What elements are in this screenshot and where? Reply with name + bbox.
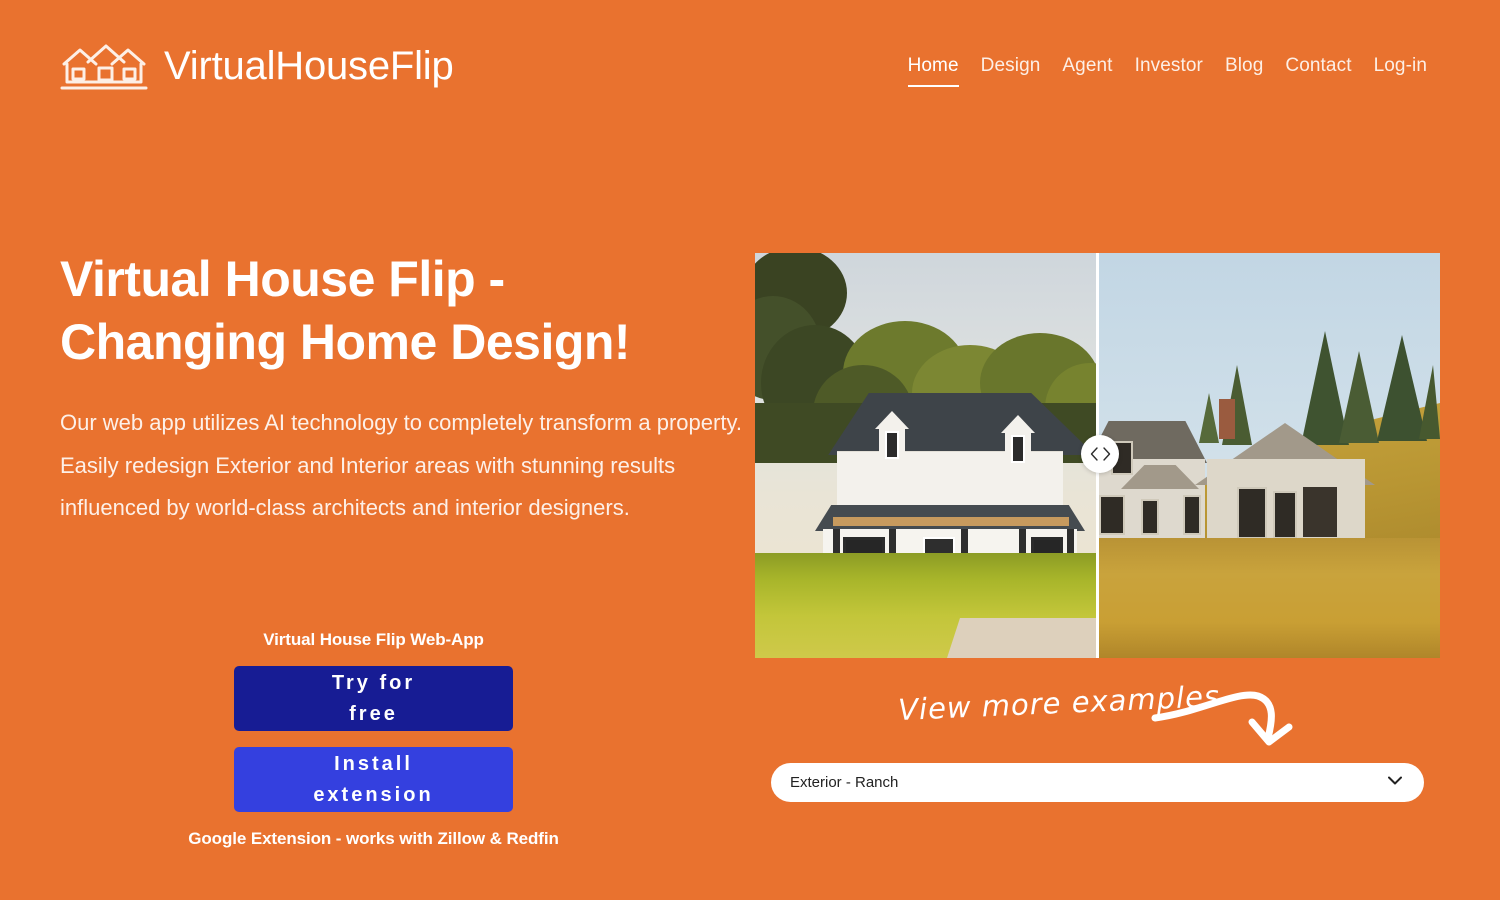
curved-arrow-down-right-icon [1151, 691, 1293, 746]
compare-slider-handle[interactable] [1081, 435, 1119, 473]
boarded-window [1303, 487, 1337, 537]
brick-chimney [1219, 399, 1235, 439]
after-image [755, 253, 1097, 658]
nav-item-contact[interactable]: Contact [1274, 51, 1362, 81]
dormer-left [875, 411, 909, 463]
nav-item-home[interactable]: Home [897, 51, 970, 87]
site-header: VirtualHouseFlip Home Design Agent Inves… [0, 0, 1500, 132]
cta-label-above: Virtual House Flip Web-App [263, 630, 484, 649]
view-more-examples-annotation: View more examples [880, 672, 1310, 746]
nav-item-design[interactable]: Design [970, 51, 1052, 81]
window [1183, 495, 1201, 535]
porch-deck [833, 517, 1069, 526]
hero-paragraph: Our web app utilizes AI technology to co… [60, 410, 742, 520]
example-select-wrapper: Exterior - Ranch [771, 763, 1424, 802]
nav-item-blog[interactable]: Blog [1214, 51, 1274, 81]
window [1237, 487, 1267, 539]
dormer-right [1001, 415, 1035, 467]
headline-line-1: Virtual House Flip - [60, 251, 505, 307]
house-before [1097, 399, 1387, 558]
try-for-free-button[interactable]: Try for free [234, 666, 513, 731]
page-title: Virtual House Flip - Changing Home Desig… [60, 248, 750, 374]
main-nav: Home Design Agent Investor Blog Contact … [897, 51, 1468, 87]
install-extension-line-2: extension [313, 783, 434, 806]
headline-line-2: Changing Home Design! [60, 314, 631, 370]
landing-page: VirtualHouseFlip Home Design Agent Inves… [0, 0, 1500, 900]
install-extension-button[interactable]: Install extension [234, 747, 513, 812]
nav-item-login[interactable]: Log-in [1363, 51, 1438, 81]
golden-grass-field [1097, 538, 1440, 658]
porch-door [1141, 499, 1159, 535]
house-outline-icon [60, 44, 148, 90]
nav-item-agent[interactable]: Agent [1051, 51, 1123, 81]
walkway [947, 618, 1097, 658]
try-for-free-line-1: Try for [331, 671, 416, 694]
nav-item-investor[interactable]: Investor [1124, 51, 1214, 81]
install-extension-line-1: Install [334, 752, 413, 775]
brand-logo[interactable]: VirtualHouseFlip [60, 40, 454, 92]
chevron-right-icon [1102, 447, 1110, 461]
cta-label-below: Google Extension - works with Zillow & R… [188, 829, 559, 848]
example-category-select[interactable]: Exterior - Ranch [771, 763, 1424, 802]
before-image [1097, 253, 1440, 658]
try-for-free-line-2: free [349, 702, 398, 725]
window [1099, 495, 1125, 535]
cta-block: Virtual House Flip Web-App Try for free … [188, 630, 559, 849]
brand-name: VirtualHouseFlip [164, 43, 454, 88]
hero-copy: Virtual House Flip - Changing Home Desig… [60, 248, 750, 530]
window [1273, 491, 1297, 539]
main-roof [828, 393, 1095, 455]
chevron-left-icon [1090, 447, 1098, 461]
